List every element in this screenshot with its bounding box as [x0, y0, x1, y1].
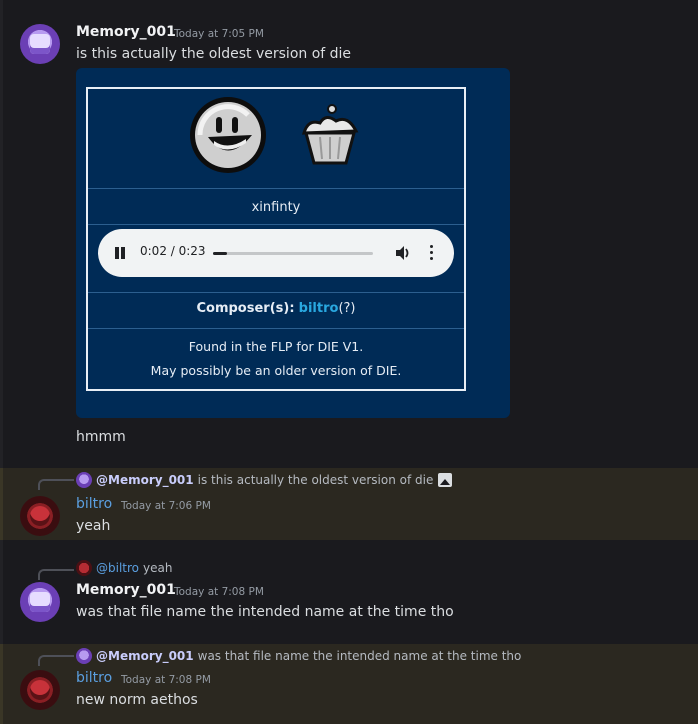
message-text: new norm aethos — [76, 692, 198, 708]
message-text: hmmm — [76, 429, 126, 445]
embed-card: xinfinty 0:02 / 0:23 Composer(s): biltro… — [76, 68, 510, 418]
message-memory-2: @biltro yeah Memory_001 Today at 7:08 PM… — [0, 558, 698, 630]
divider — [88, 328, 464, 329]
composer-suffix: (?) — [338, 301, 356, 316]
username[interactable]: Memory_001 — [76, 582, 176, 598]
username[interactable]: Memory_001 — [76, 24, 176, 40]
reply-author: @Memory_001 — [96, 473, 194, 487]
pause-icon[interactable] — [112, 245, 128, 261]
avatar-face — [30, 592, 50, 612]
reply-author: @Memory_001 — [96, 649, 194, 663]
reply-spine — [38, 655, 74, 666]
reply-avatar — [76, 648, 92, 664]
reply-avatar — [76, 560, 92, 576]
smiley-face-icon — [190, 97, 266, 173]
reply-preview[interactable]: @Memory_001 was that file name the inten… — [76, 647, 521, 665]
reply-avatar — [76, 472, 92, 488]
reply-spine — [38, 569, 74, 580]
composer-label: Composer(s): — [196, 301, 295, 316]
composer-link[interactable]: biltro — [299, 301, 339, 316]
seek-progress — [213, 252, 228, 255]
avatar-face — [30, 680, 50, 700]
reply-preview[interactable]: @biltro yeah — [76, 559, 172, 577]
playback-time: 0:02 / 0:23 — [140, 244, 206, 258]
divider — [88, 224, 464, 225]
message-text: yeah — [76, 518, 111, 534]
avatar-face — [30, 34, 50, 54]
reply-spine — [38, 479, 74, 490]
username[interactable]: biltro — [76, 670, 112, 686]
embed-frame: xinfinty 0:02 / 0:23 Composer(s): biltro… — [86, 87, 466, 391]
timestamp: Today at 7:08 PM — [121, 674, 211, 686]
artist-name: xinfinty — [251, 200, 301, 215]
divider — [88, 292, 464, 293]
reply-author: @biltro — [96, 561, 140, 575]
note-line-2: May possibly be an older version of DIE. — [150, 363, 402, 378]
avatar[interactable] — [20, 670, 60, 710]
username[interactable]: biltro — [76, 496, 112, 512]
note-line-1: Found in the FLP for DIE V1. — [188, 339, 364, 354]
volume-icon[interactable] — [394, 244, 412, 262]
reply-text: is this actually the oldest version of d… — [197, 473, 434, 487]
image-icon — [438, 473, 453, 487]
avatar[interactable] — [20, 24, 60, 64]
reply-preview[interactable]: @Memory_001 is this actually the oldest … — [76, 471, 453, 489]
cake-icon — [301, 104, 359, 165]
reply-text: yeah — [143, 561, 173, 575]
divider — [88, 188, 464, 189]
avatar[interactable] — [20, 496, 60, 536]
avatar-face — [30, 506, 50, 526]
timestamp: Today at 7:08 PM — [174, 586, 264, 598]
message-biltro-2: @Memory_001 was that file name the inten… — [0, 644, 698, 724]
composer-line: Composer(s): biltro(?) — [88, 301, 464, 316]
timestamp: Today at 7:05 PM — [174, 28, 264, 40]
seek-bar[interactable] — [213, 252, 373, 255]
timestamp: Today at 7:06 PM — [121, 500, 211, 512]
avatar[interactable] — [20, 582, 60, 622]
audio-player: 0:02 / 0:23 — [98, 229, 454, 277]
message-biltro-1: @Memory_001 is this actually the oldest … — [0, 468, 698, 540]
message-text: was that file name the intended name at … — [76, 604, 454, 620]
more-options-icon[interactable] — [428, 245, 434, 261]
reply-text: was that file name the intended name at … — [197, 649, 522, 663]
message-text: is this actually the oldest version of d… — [76, 46, 352, 62]
